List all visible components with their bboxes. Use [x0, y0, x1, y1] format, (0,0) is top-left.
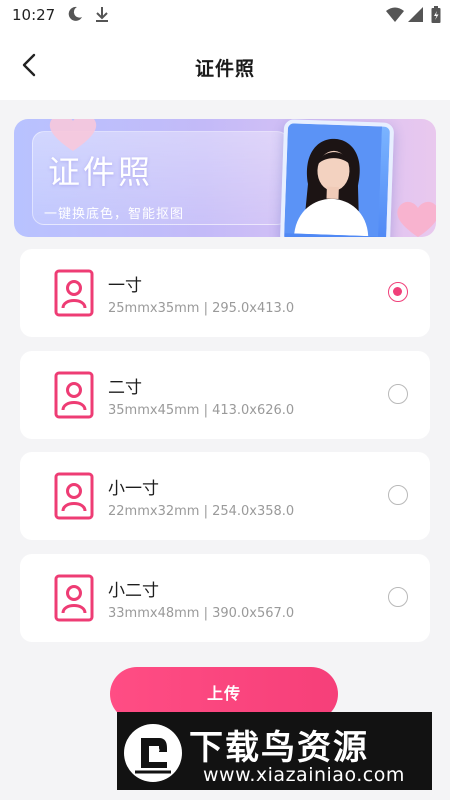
size-option-1[interactable]: 一寸 25mmx35mm | 295.0x413.0	[20, 249, 430, 337]
watermark-url: www.xiazainiao.com	[203, 764, 405, 786]
size-option-4[interactable]: 小二寸 33mmx48mm | 390.0x567.0	[20, 554, 430, 642]
option-name: 二寸	[108, 378, 142, 398]
promo-banner: 证件照 一键换底色，智能抠图	[14, 119, 436, 237]
radio-button[interactable]	[388, 384, 408, 404]
id-photo-icon	[54, 574, 94, 622]
heart-decoration-icon	[397, 201, 436, 237]
signal-icon	[408, 7, 424, 27]
radio-button[interactable]	[388, 485, 408, 505]
status-time: 10:27	[12, 6, 56, 24]
option-name: 一寸	[108, 276, 142, 296]
option-name: 小二寸	[108, 581, 159, 601]
size-option-2[interactable]: 二寸 35mmx45mm | 413.0x626.0	[20, 351, 430, 439]
moon-icon	[66, 5, 84, 27]
option-spec: 25mmx35mm | 295.0x413.0	[108, 301, 295, 316]
id-photo-icon	[54, 472, 94, 520]
status-bar: 10:27	[0, 0, 450, 32]
app-header: 证件照	[0, 32, 450, 100]
option-spec: 35mmx45mm | 413.0x626.0	[108, 403, 295, 418]
option-spec: 22mmx32mm | 254.0x358.0	[108, 504, 295, 519]
banner-subtitle: 一键换底色，智能抠图	[44, 207, 185, 222]
watermark-text: 下载鸟资源	[189, 728, 369, 768]
portrait-illustration	[279, 119, 395, 237]
download-icon	[94, 5, 110, 27]
battery-icon	[431, 6, 441, 28]
wifi-icon	[386, 7, 404, 27]
banner-title: 证件照	[48, 153, 154, 191]
option-spec: 33mmx48mm | 390.0x567.0	[108, 606, 295, 621]
watermark-banner: 下载鸟资源 www.xiazainiao.com	[117, 712, 432, 790]
radio-button-selected[interactable]	[388, 282, 408, 302]
option-name: 小一寸	[108, 479, 159, 499]
bird-logo-icon	[124, 724, 182, 782]
page-title: 证件照	[194, 58, 255, 80]
portrait-photo	[284, 123, 383, 237]
id-photo-icon	[54, 269, 94, 317]
id-photo-icon	[54, 371, 94, 419]
radio-button[interactable]	[388, 587, 408, 607]
size-option-3[interactable]: 小一寸 22mmx32mm | 254.0x358.0	[20, 452, 430, 540]
